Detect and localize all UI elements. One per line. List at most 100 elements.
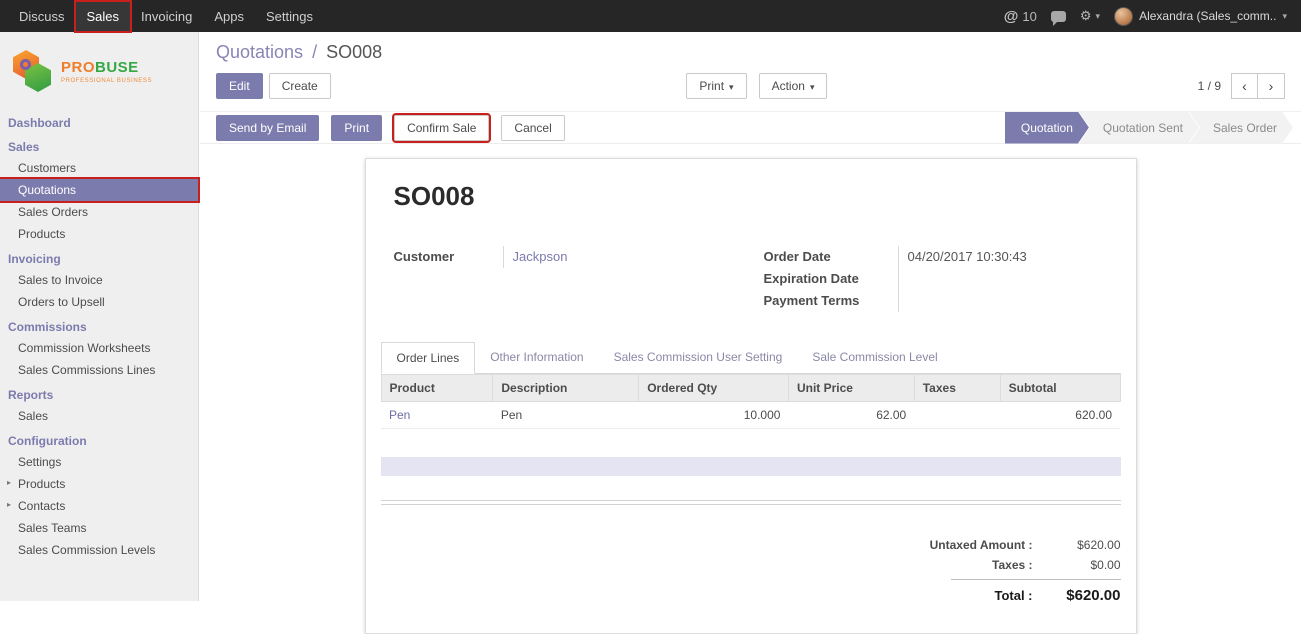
messages-count: 10 [1022, 9, 1036, 24]
field-group-right: Order Date 04/20/2017 10:30:43 Expiratio… [751, 246, 1121, 312]
breadcrumb: Quotations / SO008 [216, 42, 1285, 63]
sidebar-item-commissions-section[interactable]: Commissions [0, 316, 198, 337]
sidebar-item-sales-commissions-lines[interactable]: Sales Commissions Lines [0, 359, 198, 381]
col-description: Description [493, 375, 639, 402]
sidebar-item-sales-teams[interactable]: Sales Teams [0, 517, 198, 539]
nav-settings[interactable]: Settings [255, 2, 324, 31]
edit-button[interactable]: Edit [216, 73, 263, 99]
status-steps: Quotation Quotation Sent Sales Order [1005, 112, 1293, 144]
chat-button[interactable] [1051, 11, 1066, 22]
logo-subtitle: PROFESSIONAL BUSINESS [61, 78, 152, 84]
customer-field: Customer Jackpson [394, 246, 751, 268]
nav-discuss[interactable]: Discuss [8, 2, 76, 31]
expiration-date-field: Expiration Date [764, 268, 1121, 290]
chevron-down-icon: ▾ [729, 82, 734, 92]
sidebar-item-dashboard[interactable]: Dashboard [0, 112, 198, 133]
topbar-systray: @ 10 ⚙ ▾ Alexandra (Sales_comm.. ▾ [1004, 7, 1301, 26]
debug-icon: ⚙ [1080, 8, 1092, 24]
customer-value[interactable]: Jackpson [503, 246, 751, 268]
sidebar-item-contacts[interactable]: ▸ Contacts [0, 495, 198, 517]
probuse-logo-icon [12, 48, 54, 94]
tab-sales-commission-user-setting[interactable]: Sales Commission User Setting [599, 342, 798, 374]
nav-invoicing[interactable]: Invoicing [130, 2, 203, 31]
status-step-quotation[interactable]: Quotation [1005, 112, 1089, 144]
logo-title: PROBUSE [61, 59, 152, 76]
chevron-down-icon: ▾ [810, 82, 815, 92]
user-menu[interactable]: Alexandra (Sales_comm.. ▾ [1114, 7, 1287, 26]
expiration-date-value [898, 268, 1121, 290]
debug-menu[interactable]: ⚙ ▾ [1080, 8, 1100, 24]
create-button[interactable]: Create [269, 73, 331, 99]
confirm-sale-button[interactable]: Confirm Sale [394, 115, 489, 141]
next-page-button[interactable]: › [1258, 73, 1285, 99]
chat-icon [1051, 11, 1066, 22]
taxes-label: Taxes : [992, 558, 1032, 572]
page-title: SO008 [394, 181, 1121, 212]
expand-caret-icon[interactable]: ▸ [7, 478, 11, 487]
sidebar-item-invoicing-section[interactable]: Invoicing [0, 248, 198, 269]
cell-ordered-qty: 10.000 [639, 402, 789, 429]
expand-caret-icon[interactable]: ▸ [7, 500, 11, 509]
cell-product: Pen [381, 402, 493, 429]
table-row[interactable]: Pen Pen 10.000 62.00 620.00 [381, 402, 1120, 429]
control-panel: Quotations / SO008 Edit Create Print▾ Ac… [200, 32, 1301, 112]
payment-terms-value [898, 290, 1121, 312]
sidebar-item-sales-commission-levels[interactable]: Sales Commission Levels [0, 539, 198, 561]
user-name: Alexandra (Sales_comm.. [1139, 9, 1276, 23]
order-date-value: 04/20/2017 10:30:43 [898, 246, 1121, 268]
print-dropdown[interactable]: Print▾ [686, 73, 746, 99]
order-lines-table: Product Description Ordered Qty Unit Pri… [381, 374, 1121, 429]
payment-terms-field: Payment Terms [764, 290, 1121, 312]
order-date-field: Order Date 04/20/2017 10:30:43 [764, 246, 1121, 268]
breadcrumb-separator: / [312, 42, 317, 62]
sidebar-item-configuration-section[interactable]: Configuration [0, 430, 198, 451]
sidebar-item-sales-orders[interactable]: Sales Orders [0, 201, 198, 223]
breadcrumb-quotations-link[interactable]: Quotations [216, 42, 303, 62]
col-ordered-qty: Ordered Qty [639, 375, 789, 402]
nav-apps[interactable]: Apps [203, 2, 255, 31]
taxes-value: $0.00 [1033, 558, 1121, 572]
status-step-quotation-sent[interactable]: Quotation Sent [1079, 112, 1199, 144]
sidebar-item-config-products[interactable]: ▸ Products [0, 473, 198, 495]
pager: 1 / 9 ‹ › [1198, 73, 1285, 99]
sidebar-item-reports-section[interactable]: Reports [0, 384, 198, 405]
avatar [1114, 7, 1133, 26]
sidebar-item-settings[interactable]: Settings [0, 451, 198, 473]
tab-order-lines[interactable]: Order Lines [381, 342, 476, 374]
sidebar-item-customers[interactable]: Customers [0, 157, 198, 179]
total-separator [951, 579, 1121, 580]
chevron-down-icon: ▾ [1282, 11, 1287, 22]
totals-block: Untaxed Amount : $620.00 Taxes : $0.00 T… [851, 535, 1121, 607]
messages-indicator[interactable]: @ 10 [1004, 8, 1037, 25]
action-dropdown[interactable]: Action▾ [759, 73, 828, 99]
document-sheet: SO008 Customer Jackpson Order Date 04/20… [365, 158, 1137, 634]
sidebar-item-reports-sales[interactable]: Sales [0, 405, 198, 427]
print-button[interactable]: Print [331, 115, 382, 141]
order-date-label: Order Date [764, 246, 898, 268]
untaxed-amount-row: Untaxed Amount : $620.00 [851, 535, 1121, 555]
cancel-button[interactable]: Cancel [501, 115, 564, 141]
sidebar-menu: Dashboard Sales Customers Quotations Sal… [0, 112, 198, 561]
cell-description: Pen [493, 402, 639, 429]
sidebar-item-quotations[interactable]: Quotations [0, 179, 198, 201]
sidebar-item-sales-to-invoice[interactable]: Sales to Invoice [0, 269, 198, 291]
nav-sales[interactable]: Sales [76, 2, 131, 31]
tab-other-information[interactable]: Other Information [475, 342, 598, 374]
control-panel-buttons: Edit Create Print▾ Action▾ 1 / 9 ‹ › [216, 73, 1285, 99]
sidebar-item-products[interactable]: Products [0, 223, 198, 245]
status-step-sales-order[interactable]: Sales Order [1189, 112, 1293, 144]
previous-page-button[interactable]: ‹ [1231, 73, 1258, 99]
action-dropdowns: Print▾ Action▾ [686, 73, 827, 99]
tab-sale-commission-level[interactable]: Sale Commission Level [797, 342, 952, 374]
section-separator [381, 500, 1121, 505]
chevron-down-icon: ▾ [1096, 11, 1101, 22]
empty-order-line-row[interactable] [381, 457, 1121, 476]
sidebar-item-commission-worksheets[interactable]: Commission Worksheets [0, 337, 198, 359]
customer-label: Customer [394, 246, 503, 268]
app-logo[interactable]: PROBUSE PROFESSIONAL BUSINESS [0, 32, 198, 108]
send-by-email-button[interactable]: Send by Email [216, 115, 319, 141]
payment-terms-label: Payment Terms [764, 290, 898, 312]
pager-value: 1 / 9 [1198, 79, 1221, 93]
sidebar-item-sales-section[interactable]: Sales [0, 136, 198, 157]
sidebar-item-orders-to-upsell[interactable]: Orders to Upsell [0, 291, 198, 313]
